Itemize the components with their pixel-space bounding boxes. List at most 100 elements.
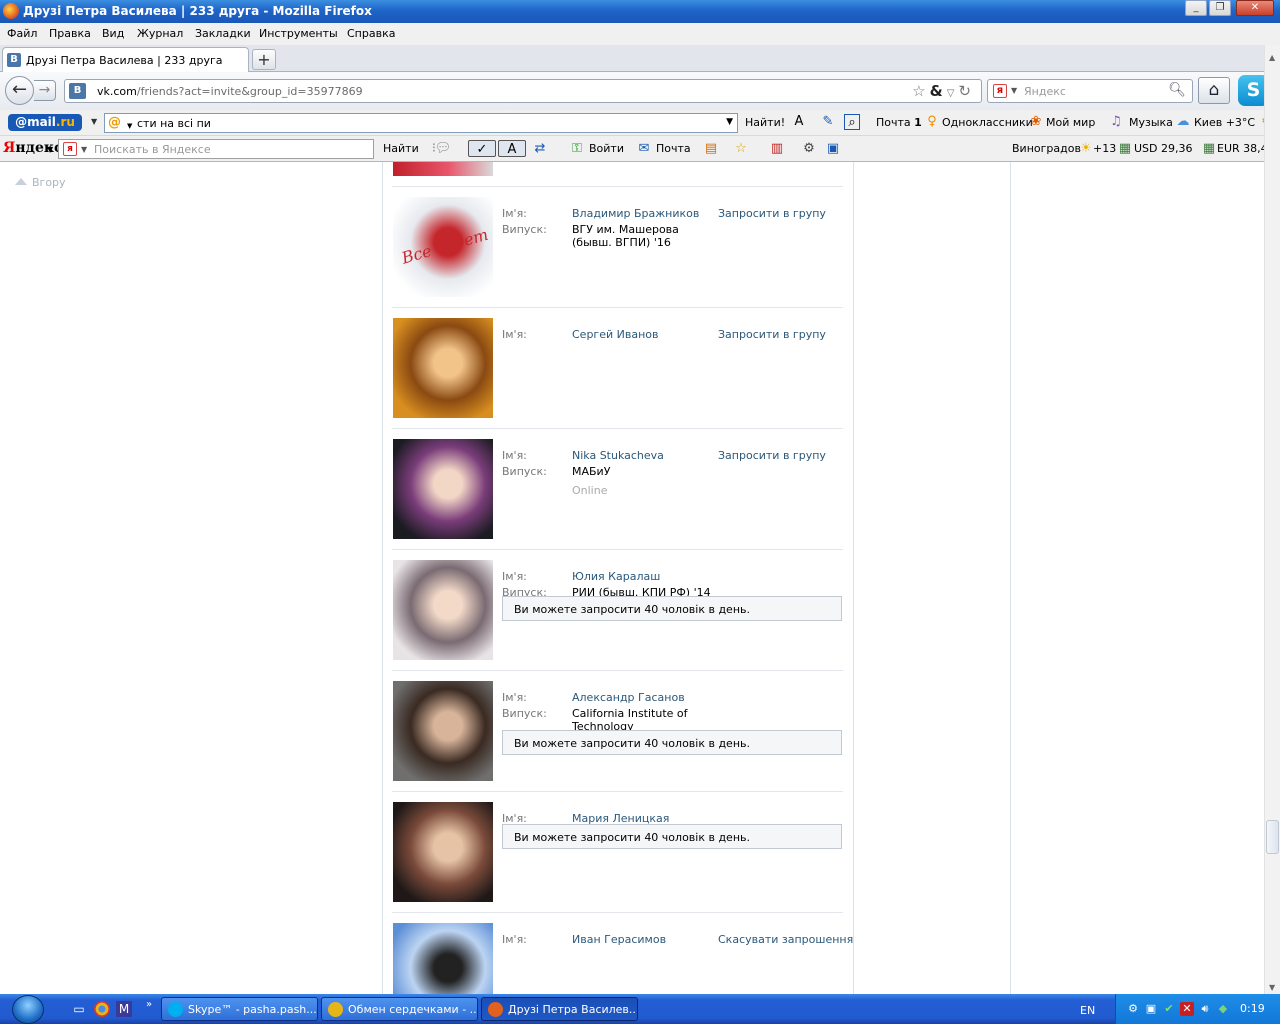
back-button[interactable]: ← [5, 76, 34, 105]
friend-name-link[interactable]: Сергей Иванов [572, 328, 712, 341]
app-quicklaunch-icon[interactable]: M [116, 1001, 132, 1017]
clock[interactable]: 0:19 [1240, 1002, 1265, 1015]
forward-button[interactable]: → [34, 80, 56, 101]
url-bar[interactable]: В vk.com/friends?act=invite&group_id=359… [64, 79, 982, 103]
search-bar[interactable]: я ▼ Яндекс 🔍︎ [987, 79, 1193, 103]
yandex-engine-icon[interactable]: я [993, 84, 1007, 98]
yandex-settings-gear-icon[interactable]: ⚙ [800, 140, 818, 157]
bookmarks-folder-icon[interactable]: ▤ [702, 140, 720, 157]
yandex-window-icon[interactable]: ▣ [824, 140, 842, 157]
chrome-quicklaunch-icon[interactable] [94, 1001, 110, 1017]
maximize-button[interactable]: ❐ [1209, 0, 1231, 16]
back-to-top-link[interactable]: Вгору [15, 176, 66, 189]
network-tray-icon[interactable]: ▣ [1144, 1002, 1158, 1016]
friend-name-link[interactable]: Иван Герасимов [572, 933, 712, 946]
odnoklassniki-icon[interactable]: ♀ [924, 114, 940, 130]
engine-dropdown-icon[interactable]: ▼ [1011, 86, 1017, 95]
weather-temperature[interactable]: +13 [1093, 142, 1116, 155]
reload-icon[interactable]: ↻ [958, 82, 975, 100]
ampersand-icon[interactable]: & [930, 82, 947, 100]
friend-name-link[interactable]: Nika Stukacheva [572, 449, 712, 462]
weather-link[interactable]: Киев +3°C [1194, 116, 1255, 129]
shield-tray-icon[interactable]: ✔ [1162, 1002, 1176, 1016]
mailru-at-icon[interactable]: @ [108, 115, 121, 130]
friend-photo[interactable]: Все будет заебись [393, 197, 493, 297]
scroll-thumb[interactable] [1266, 820, 1279, 854]
dropdown-icon[interactable]: ▽ [947, 88, 959, 99]
friend-name-link[interactable]: Владимир Бражников [572, 207, 712, 220]
yandex-mail-button[interactable]: Почта [656, 142, 691, 155]
moi-mir-icon[interactable]: ❀ [1028, 114, 1044, 130]
speech-bubble-icon[interactable]: 💬︎ [434, 140, 452, 157]
menu-tools[interactable]: Инструменты [259, 27, 338, 40]
menu-file[interactable]: Файл [7, 27, 37, 40]
weather-city[interactable]: Виноградов [1012, 142, 1081, 155]
friend-photo[interactable] [393, 560, 493, 660]
yandex-menu-dropdown-icon[interactable]: ▼ [47, 145, 53, 154]
friend-name-link[interactable]: Юлия Каралаш [572, 570, 712, 583]
music-icon[interactable]: ♫ [1108, 114, 1124, 130]
yandex-login-button[interactable]: Войти [589, 142, 624, 155]
menu-view[interactable]: Вид [102, 27, 124, 40]
yandex-engine-dropdown-icon[interactable]: ▼ [81, 145, 87, 154]
show-desktop-icon[interactable]: ▭ [71, 1001, 87, 1017]
search-icon[interactable]: 🔍︎ [1168, 82, 1186, 98]
favorites-star-icon[interactable]: ☆ [732, 140, 750, 157]
minimize-button[interactable]: _ [1185, 0, 1207, 16]
cancel-invite-link[interactable]: Скасувати запрошення [718, 933, 853, 946]
friend-name-link[interactable]: Александр Гасанов [572, 691, 712, 704]
new-tab-button[interactable]: + [252, 49, 276, 70]
menu-history[interactable]: Журнал [137, 27, 183, 40]
taskbar-button[interactable]: Обмен сердечками - ... [321, 997, 478, 1021]
mailru-engine-dropdown-icon[interactable]: ▼ [127, 122, 132, 130]
mailru-find-button[interactable]: Найти! [745, 116, 785, 129]
friend-photo[interactable] [393, 802, 493, 902]
page-search-icon[interactable]: ⌕ [844, 114, 860, 130]
window-title-bar[interactable]: Друзі Петра Василева | 233 друга - Mozil… [0, 0, 1280, 23]
translate-icon[interactable]: A [498, 140, 526, 157]
invite-to-group-link[interactable]: Запросити в групу [718, 207, 826, 220]
font-size-icon[interactable]: A [791, 114, 807, 130]
vk-site-icon[interactable]: В [69, 83, 86, 99]
usd-rate[interactable]: USD 29,36 [1134, 142, 1193, 155]
music-link[interactable]: Музыка [1129, 116, 1173, 129]
weather-cloud-icon[interactable]: ☁ [1175, 114, 1191, 130]
url-text[interactable]: vk.com/friends?act=invite&group_id=35977… [97, 85, 363, 98]
friend-photo[interactable] [393, 681, 493, 781]
mailru-history-dropdown-icon[interactable]: ▼ [726, 117, 733, 127]
previous-friend-photo[interactable] [393, 162, 493, 176]
translate-page-icon[interactable]: ⇄ [531, 140, 549, 157]
friend-photo[interactable] [393, 318, 493, 418]
mailru-mail-link[interactable]: Почта 1 [876, 116, 922, 129]
invite-to-group-link[interactable]: Запросити в групу [718, 449, 826, 462]
odnoklassniki-link[interactable]: Одноклассники [942, 116, 1033, 129]
mailru-search-input[interactable]: @ ▼ сти на всі пи ▼ [104, 113, 738, 133]
spellcheck-icon[interactable]: ✓ [468, 140, 496, 157]
moi-mir-link[interactable]: Мой мир [1046, 116, 1095, 129]
yandex-search-icon[interactable]: я [63, 142, 77, 156]
scroll-down-icon[interactable]: ▼ [1269, 983, 1275, 992]
steam-tray-icon[interactable]: ⚙ [1126, 1002, 1140, 1016]
language-indicator[interactable]: EN [1080, 1004, 1095, 1017]
highlight-pen-icon[interactable]: ✎ [820, 114, 836, 130]
close-button[interactable]: ✕ [1236, 0, 1274, 16]
volume-tray-icon[interactable]: 🔊︎ [1198, 1002, 1212, 1016]
key-icon[interactable]: ⚿ [568, 140, 586, 157]
taskbar-button[interactable]: Skype™ - pasha.pash... [161, 997, 318, 1021]
quicklaunch-more-icon[interactable]: » [141, 997, 157, 1013]
mailru-menu-dropdown-icon[interactable]: ▼ [91, 117, 97, 126]
menu-help[interactable]: Справка [347, 27, 395, 40]
taskbar-button[interactable]: Друзі Петра Василев... [481, 997, 638, 1021]
yandex-find-button[interactable]: Найти [383, 142, 419, 155]
menu-bookmarks[interactable]: Закладки [195, 27, 251, 40]
antivirus-tray-icon[interactable]: ✕ [1180, 1002, 1194, 1016]
invite-to-group-link[interactable]: Запросити в групу [718, 328, 826, 341]
nvidia-tray-icon[interactable]: ◆ [1216, 1002, 1230, 1016]
menu-edit[interactable]: Правка [49, 27, 91, 40]
mail-envelope-icon[interactable]: ✉ [635, 140, 653, 157]
vertical-scrollbar[interactable]: ▲ ▼ [1264, 45, 1280, 994]
home-button[interactable]: ⌂ [1198, 77, 1230, 104]
yandex-logo[interactable]: Яндекс [3, 140, 62, 156]
start-button[interactable] [6, 994, 46, 1024]
books-icon[interactable]: ▥ [768, 140, 786, 157]
